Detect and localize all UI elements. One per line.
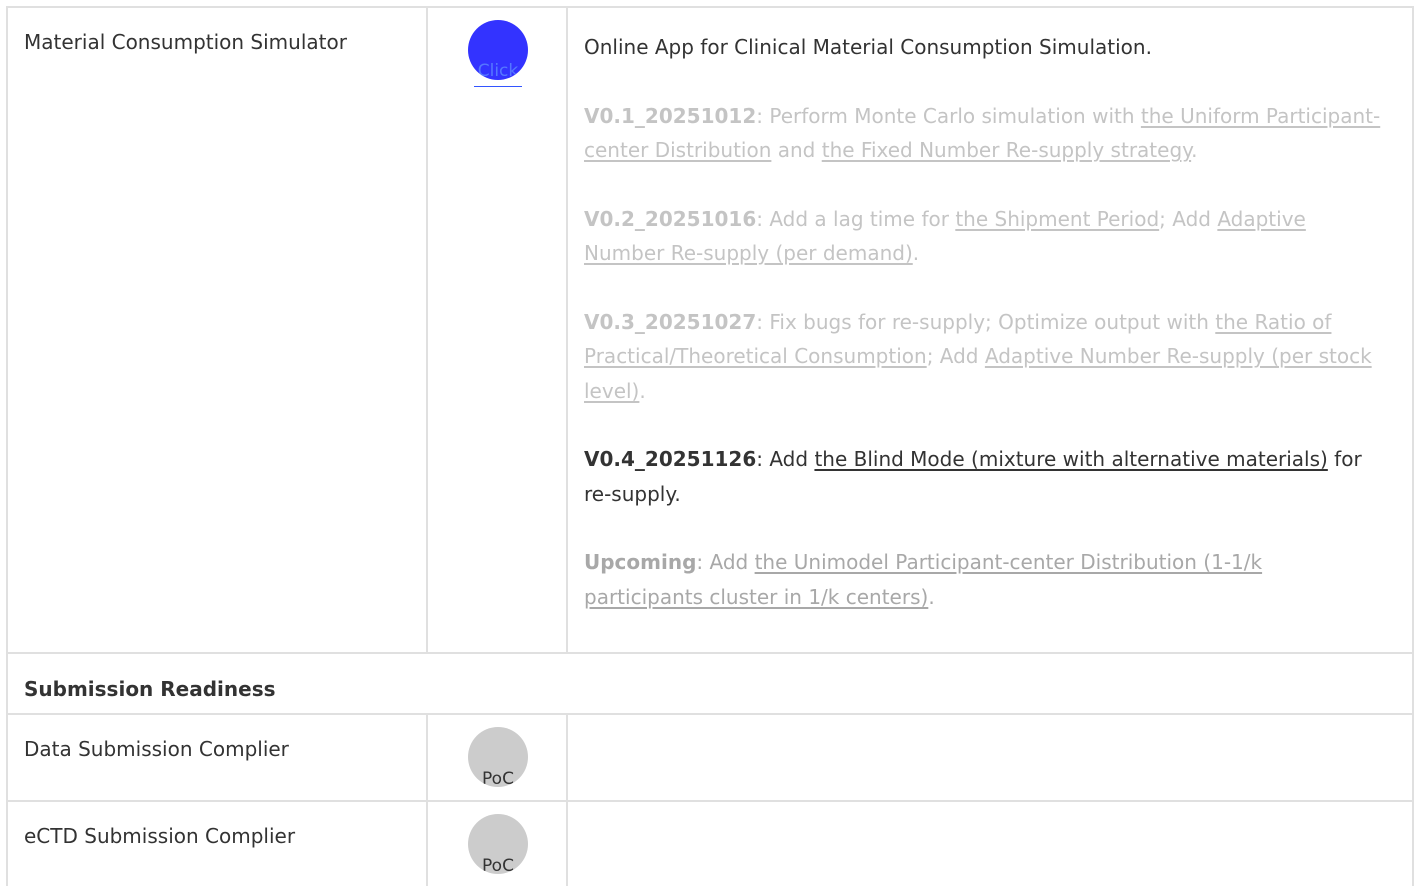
changelog-text: : Add a lag time for: [756, 206, 956, 231]
table-row-data-submission-complier: Data Submission Complier PoC: [8, 713, 1412, 800]
version-label: V0.2_20251016: [584, 206, 757, 231]
poc-label: PoC: [482, 769, 514, 787]
changelog-v01: V0.1_20251012: Perform Monte Carlo simul…: [584, 99, 1384, 168]
description-cell: [568, 715, 1412, 800]
poc-badge: PoC: [468, 814, 528, 874]
changelog-v04: V0.4_20251126: Add the Blind Mode (mixtu…: [584, 442, 1384, 511]
changelog-text: : Perform Monte Carlo simulation with: [756, 103, 1141, 128]
poc-label: PoC: [482, 856, 514, 874]
changelog-v03: V0.3_20251027: Fix bugs for re-supply; O…: [584, 305, 1384, 409]
changelog-text: and: [771, 138, 822, 162]
section-header-cell: Submission Readiness: [8, 654, 1412, 713]
description: Online App for Clinical Material Consump…: [584, 30, 1384, 648]
changelog-text: : Fix bugs for re-supply; Optimize outpu…: [756, 309, 1216, 334]
changelog-text: ; Add: [1159, 206, 1218, 231]
changelog-text: .: [639, 378, 646, 403]
tool-name: Material Consumption Simulator: [24, 30, 347, 54]
changelog-text: ; Add: [926, 344, 985, 368]
changelog-text: : Add: [696, 550, 755, 574]
version-label: V0.3_20251027: [584, 309, 757, 334]
description-cell: [568, 802, 1412, 886]
intro-text: Online App for Clinical Material Consump…: [584, 35, 1152, 59]
version-label: V0.1_20251012: [584, 103, 757, 128]
version-label: V0.4_20251126: [584, 447, 757, 471]
shipment-period-link[interactable]: the Shipment Period: [955, 207, 1159, 231]
changelog-text: .: [1191, 138, 1198, 162]
fixed-number-resupply-link[interactable]: the Fixed Number Re-supply strategy: [822, 138, 1191, 162]
poc-badge: PoC: [468, 727, 528, 787]
tools-table: Material Consumption Simulator Click Onl…: [6, 6, 1414, 886]
table-row-material-consumption-simulator: Material Consumption Simulator Click Onl…: [8, 6, 1412, 652]
name-cell: eCTD Submission Complier: [8, 802, 428, 886]
badge-cell: PoC: [428, 715, 568, 800]
name-cell: Data Submission Complier: [8, 715, 428, 800]
launch-app-button[interactable]: Click: [468, 20, 528, 80]
changelog-upcoming: Upcoming: Add the Unimodel Participant-c…: [584, 545, 1384, 614]
launch-app-label: Click: [477, 61, 519, 80]
blind-mode-link[interactable]: the Blind Mode (mixture with alternative…: [814, 447, 1327, 471]
version-label: Upcoming: [584, 550, 697, 574]
badge-cell: PoC: [428, 802, 568, 886]
description-cell: Online App for Clinical Material Consump…: [568, 8, 1412, 652]
section-header-row: Submission Readiness: [8, 652, 1412, 713]
changelog-text: .: [928, 584, 935, 609]
changelog-text: .: [912, 241, 920, 265]
link-underline: [474, 86, 522, 87]
changelog-v02: V0.2_20251016: Add a lag time for the Sh…: [584, 202, 1384, 271]
section-title: Submission Readiness: [24, 677, 276, 701]
table-row-ectd-submission-complier: eCTD Submission Complier PoC: [8, 800, 1412, 886]
tool-name: Data Submission Complier: [24, 737, 289, 761]
changelog-text: : Add: [756, 447, 815, 471]
badge-cell: Click: [428, 8, 568, 652]
tool-name: eCTD Submission Complier: [24, 824, 296, 848]
name-cell: Material Consumption Simulator: [8, 8, 428, 652]
